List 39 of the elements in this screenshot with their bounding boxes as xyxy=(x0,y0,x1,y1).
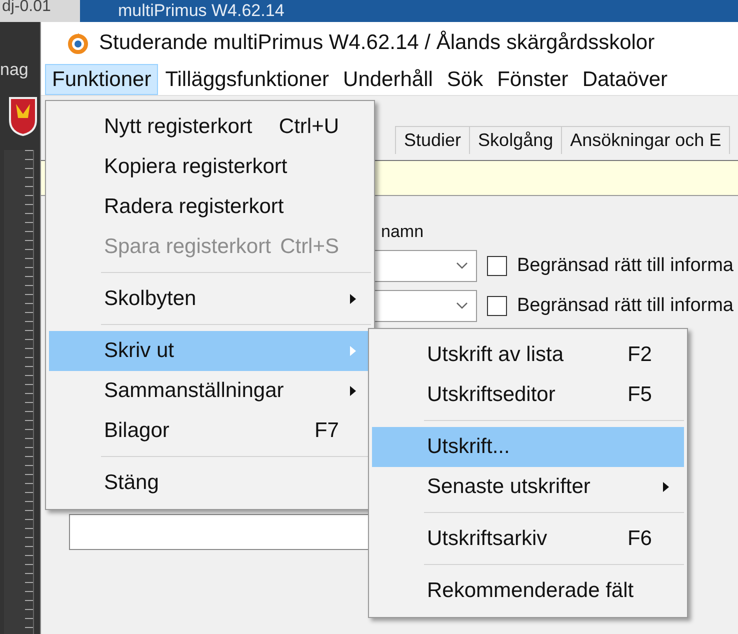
menu-bar-item[interactable]: Funktioner xyxy=(45,64,158,95)
chevron-down-icon xyxy=(456,302,468,310)
submenu-arrow-icon xyxy=(349,293,357,305)
background-window-title: multiPrimus W4.62.14 xyxy=(118,1,284,21)
submenu-arrow-icon xyxy=(662,481,670,493)
crest-icon xyxy=(8,96,38,136)
tab[interactable]: Studier xyxy=(395,126,470,154)
menu-item[interactable]: Radera registerkort xyxy=(49,187,371,227)
menu-item[interactable]: Utskrift av lista F2 xyxy=(372,335,684,375)
menu-item[interactable]: Utskriftsarkiv F6 xyxy=(372,519,684,559)
checkbox-label: Begränsad rätt till informa xyxy=(517,295,734,317)
chevron-down-icon xyxy=(456,262,468,270)
input-field[interactable] xyxy=(69,514,369,550)
window-title: Studerande multiPrimus W4.62.14 / Ålands skärgårdsskolor xyxy=(99,31,655,55)
menu-item[interactable]: Bilagor F7 xyxy=(49,411,371,451)
menu-item[interactable]: Nytt registerkort Ctrl+U xyxy=(49,107,371,147)
field-label: namn xyxy=(380,222,425,242)
menu-item[interactable]: Rekommenderade fält xyxy=(372,571,684,611)
side-label: nag xyxy=(0,60,28,80)
checkbox-label: Begränsad rätt till informa xyxy=(517,255,734,277)
menu-bar-item[interactable]: Underhåll xyxy=(336,64,440,95)
menu-item[interactable]: Skolbyten xyxy=(49,279,371,319)
menu-item[interactable]: Utskrift... xyxy=(372,427,684,467)
checkbox[interactable] xyxy=(487,256,507,276)
menu-bar-item[interactable]: Tilläggsfunktioner xyxy=(158,64,336,95)
tab[interactable]: Ansökningar och E xyxy=(561,126,730,154)
menu-bar-item[interactable]: Sök xyxy=(440,64,490,95)
checkbox[interactable] xyxy=(487,296,507,316)
app-logo-icon xyxy=(67,32,89,54)
menu-item[interactable]: Skriv ut xyxy=(49,331,371,371)
menu-bar-item[interactable]: Fönster xyxy=(490,64,576,95)
menu-item[interactable]: Kopiera registerkort xyxy=(49,147,371,187)
menu-item[interactable]: Sammanställningar xyxy=(49,371,371,411)
menu-bar-item[interactable]: Dataöver xyxy=(575,64,675,95)
menu-item[interactable]: Stäng xyxy=(49,463,371,503)
submenu-arrow-icon xyxy=(349,345,357,357)
menu-item[interactable]: Utskriftseditor F5 xyxy=(372,375,684,415)
submenu-arrow-icon xyxy=(349,385,357,397)
menu-item[interactable]: Senaste utskrifter xyxy=(372,467,684,507)
